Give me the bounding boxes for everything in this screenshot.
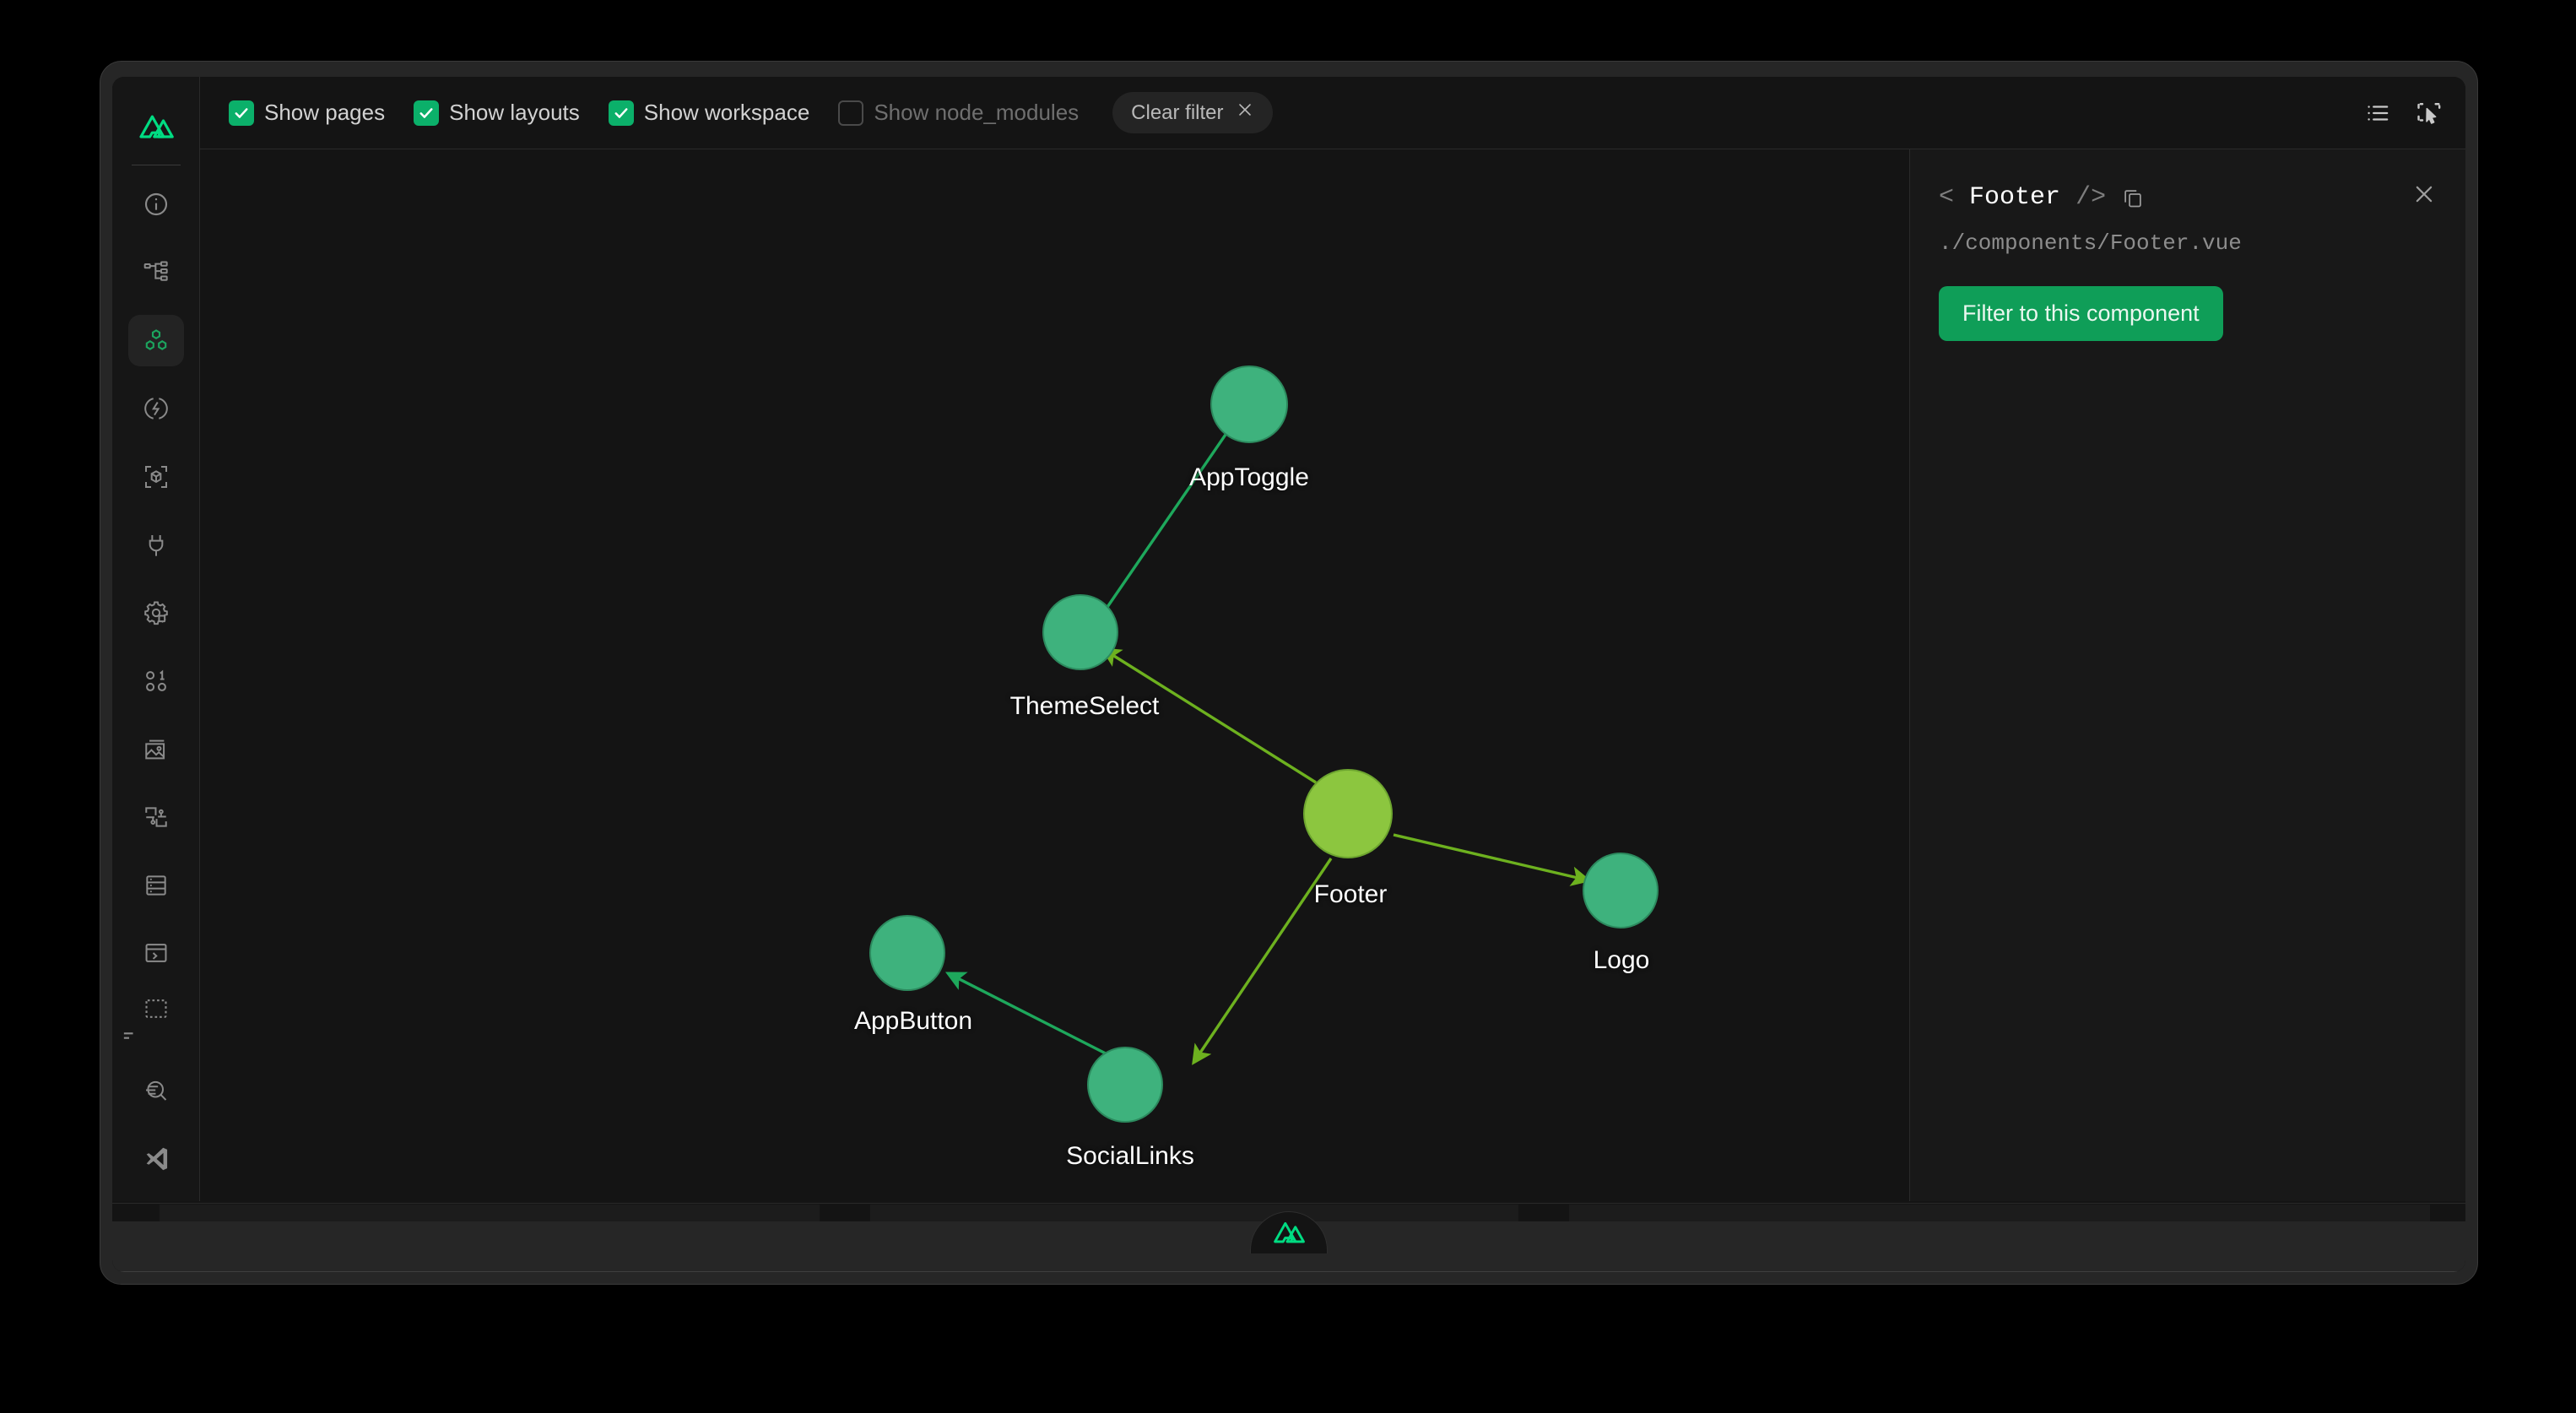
vscode-icon [143,1145,170,1172]
nuxt-logo-icon[interactable] [112,92,200,163]
panel-header: < Footer /> [1939,183,2437,212]
nuxt-logo-icon [1272,1221,1306,1250]
panel-component-title: < Footer /> [1939,183,2106,212]
checkbox-box-checked [414,100,440,126]
copy-icon[interactable] [2121,186,2145,209]
graph-label-Footer: Footer [1313,880,1388,908]
scrollbar-thumb[interactable] [1569,1205,2430,1221]
server-stack-icon [143,872,170,899]
hexagons-icon [143,328,170,355]
plug-icon [143,532,170,559]
sidebar-item-virtual-files[interactable] [123,995,184,1049]
search-code-icon [143,1077,170,1104]
component-file-path: ./components/Footer.vue [1939,230,2242,256]
component-graph-canvas[interactable]: AppToggle ThemeSelect Footer Logo AppBut… [200,149,1910,1201]
graph-toolbar: Show pages Show layouts Show workspace S… [200,77,2465,149]
sidebar-item-inspect[interactable] [128,1065,184,1117]
checkbox-box-checked [608,100,634,126]
sidebar-item-settings[interactable] [128,587,184,639]
clear-filter-label: Clear filter [1131,100,1224,124]
scrollbar-thumb[interactable] [870,1205,1518,1221]
binary-data-icon [143,668,170,695]
sidebar-item-components[interactable] [127,315,184,367]
graph-label-AppButton: AppButton [853,1007,973,1035]
browser-window-frame: Show pages Show layouts Show workspace S… [100,61,2478,1285]
close-panel-button[interactable] [2411,181,2437,207]
graph-node-AppToggle [1210,365,1288,443]
sidebar-item-storage[interactable] [128,860,184,912]
checkbox-label: Show node_modules [874,100,1080,125]
nuxt-devtools-app: Show pages Show layouts Show workspace S… [112,77,2465,1201]
edge-Footer-Logo [1393,833,1592,886]
sidebar-item-terminal[interactable] [128,928,184,979]
cube-scan-icon [143,463,170,490]
checkbox-box-checked [229,100,254,126]
bottom-strip [112,1203,2465,1272]
sitemap-icon [143,259,170,286]
graph-node-SocialLinks [1087,1047,1163,1123]
edge-ThemeSelect-AppToggle [1084,414,1240,640]
gear-cog-icon [143,599,170,626]
sidebar-item-modules[interactable] [128,452,184,503]
network-nodes-icon [143,804,170,831]
checkbox-show-pages[interactable]: Show pages [229,100,385,126]
graph-node-Logo [1583,853,1659,928]
sidebar-item-imports[interactable] [128,383,184,435]
image-icon [143,736,170,763]
checkbox-show-layouts[interactable]: Show layouts [414,100,580,126]
graph-svg [869,365,1659,1123]
main-column: Show pages Show layouts Show workspace S… [200,77,2465,1201]
clear-filter-button[interactable]: Clear filter [1112,92,1273,133]
graph-node-Footer [1303,769,1393,858]
graph-label-SocialLinks: SocialLinks [1066,1142,1194,1170]
sidebar-item-assets[interactable] [128,723,184,775]
graph-node-ThemeSelect [1042,594,1118,670]
sidebar-item-plugins[interactable] [128,519,184,571]
sidebar-item-overview[interactable] [128,179,184,230]
content-row: AppToggle ThemeSelect Footer Logo AppBut… [200,149,2465,1201]
edge-Footer-SocialLinks [1192,858,1333,1065]
toolbar-right-group [2364,99,2443,127]
checkbox-label: Show pages [264,100,386,125]
graph-label-AppToggle: AppToggle [1189,463,1309,491]
terminal-icon [143,939,170,966]
graph-label-Logo: Logo [1593,946,1650,974]
sidebar-rail [112,77,200,1201]
checkbox-show-node-modules[interactable]: Show node_modules [838,100,1079,126]
close-angle: /> [2075,183,2107,212]
checkbox-label: Show layouts [449,100,580,125]
component-detail-panel: < Footer /> ./components/Footer.vue Filt… [1910,149,2465,1201]
scrollbar-thumb[interactable] [160,1205,820,1221]
checkbox-box-unchecked [838,100,864,126]
graph-edges [944,414,1592,1075]
open-angle: < [1939,183,1955,212]
graph-node-AppButton [869,915,945,991]
lightning-sphere-icon [143,395,170,422]
graph-label-ThemeSelect: ThemeSelect [1009,692,1160,720]
checkbox-show-workspace[interactable]: Show workspace [608,100,810,126]
window-inner: Show pages Show layouts Show workspace S… [112,77,2465,1272]
close-x-icon [1236,100,1254,125]
select-cursor-icon[interactable] [2415,99,2443,127]
component-name: Footer [1969,183,2061,212]
list-view-icon[interactable] [2364,100,2391,127]
sidebar-item-open-in-editor[interactable] [128,1133,184,1184]
sidebar-item-hooks[interactable] [128,792,184,843]
sidebar-item-pages[interactable] [128,247,184,299]
filter-to-component-button[interactable]: Filter to this component [1939,286,2223,341]
sidebar-item-runtime[interactable] [128,656,184,707]
info-circle-icon [143,191,170,218]
dashed-list-icon [123,995,170,1049]
checkbox-label: Show workspace [643,100,810,125]
